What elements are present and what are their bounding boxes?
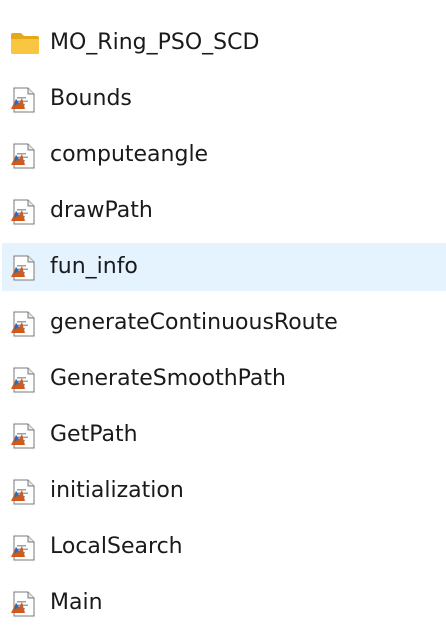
matlab-file-icon: [10, 479, 40, 505]
file-list: MO_Ring_PSO_SCD Bounds computeangle draw…: [0, 19, 446, 635]
list-item-file[interactable]: GenerateSmoothPath: [0, 355, 446, 403]
matlab-file-icon: [10, 255, 40, 281]
item-label: Bounds: [50, 86, 132, 111]
matlab-file-icon: [10, 591, 40, 617]
list-item-file[interactable]: LocalSearch: [0, 523, 446, 571]
item-label: GetPath: [50, 422, 138, 447]
item-label: Main: [50, 590, 103, 615]
list-item-file[interactable]: drawPath: [0, 187, 446, 235]
matlab-file-icon: [10, 423, 40, 449]
item-label: MO_Ring_PSO_SCD: [50, 30, 260, 55]
item-label: fun_info: [50, 254, 138, 279]
item-label: GenerateSmoothPath: [50, 366, 286, 391]
list-item-file[interactable]: Bounds: [0, 75, 446, 123]
item-label: LocalSearch: [50, 534, 183, 559]
item-label: drawPath: [50, 198, 153, 223]
folder-icon: [10, 31, 40, 55]
list-item-file-selected[interactable]: fun_info: [2, 243, 446, 291]
list-item-file[interactable]: Main: [0, 579, 446, 627]
list-item-file[interactable]: computeangle: [0, 131, 446, 179]
matlab-file-icon: [10, 87, 40, 113]
list-item-file[interactable]: GetPath: [0, 411, 446, 459]
list-item-folder[interactable]: MO_Ring_PSO_SCD: [0, 19, 446, 67]
item-label: initialization: [50, 478, 184, 503]
list-item-file[interactable]: initialization: [0, 467, 446, 515]
list-item-file[interactable]: generateContinuousRoute: [0, 299, 446, 347]
item-label: computeangle: [50, 142, 209, 167]
matlab-file-icon: [10, 367, 40, 393]
matlab-file-icon: [10, 199, 40, 225]
item-label: generateContinuousRoute: [50, 310, 338, 335]
matlab-file-icon: [10, 535, 40, 561]
matlab-file-icon: [10, 311, 40, 337]
matlab-file-icon: [10, 143, 40, 169]
